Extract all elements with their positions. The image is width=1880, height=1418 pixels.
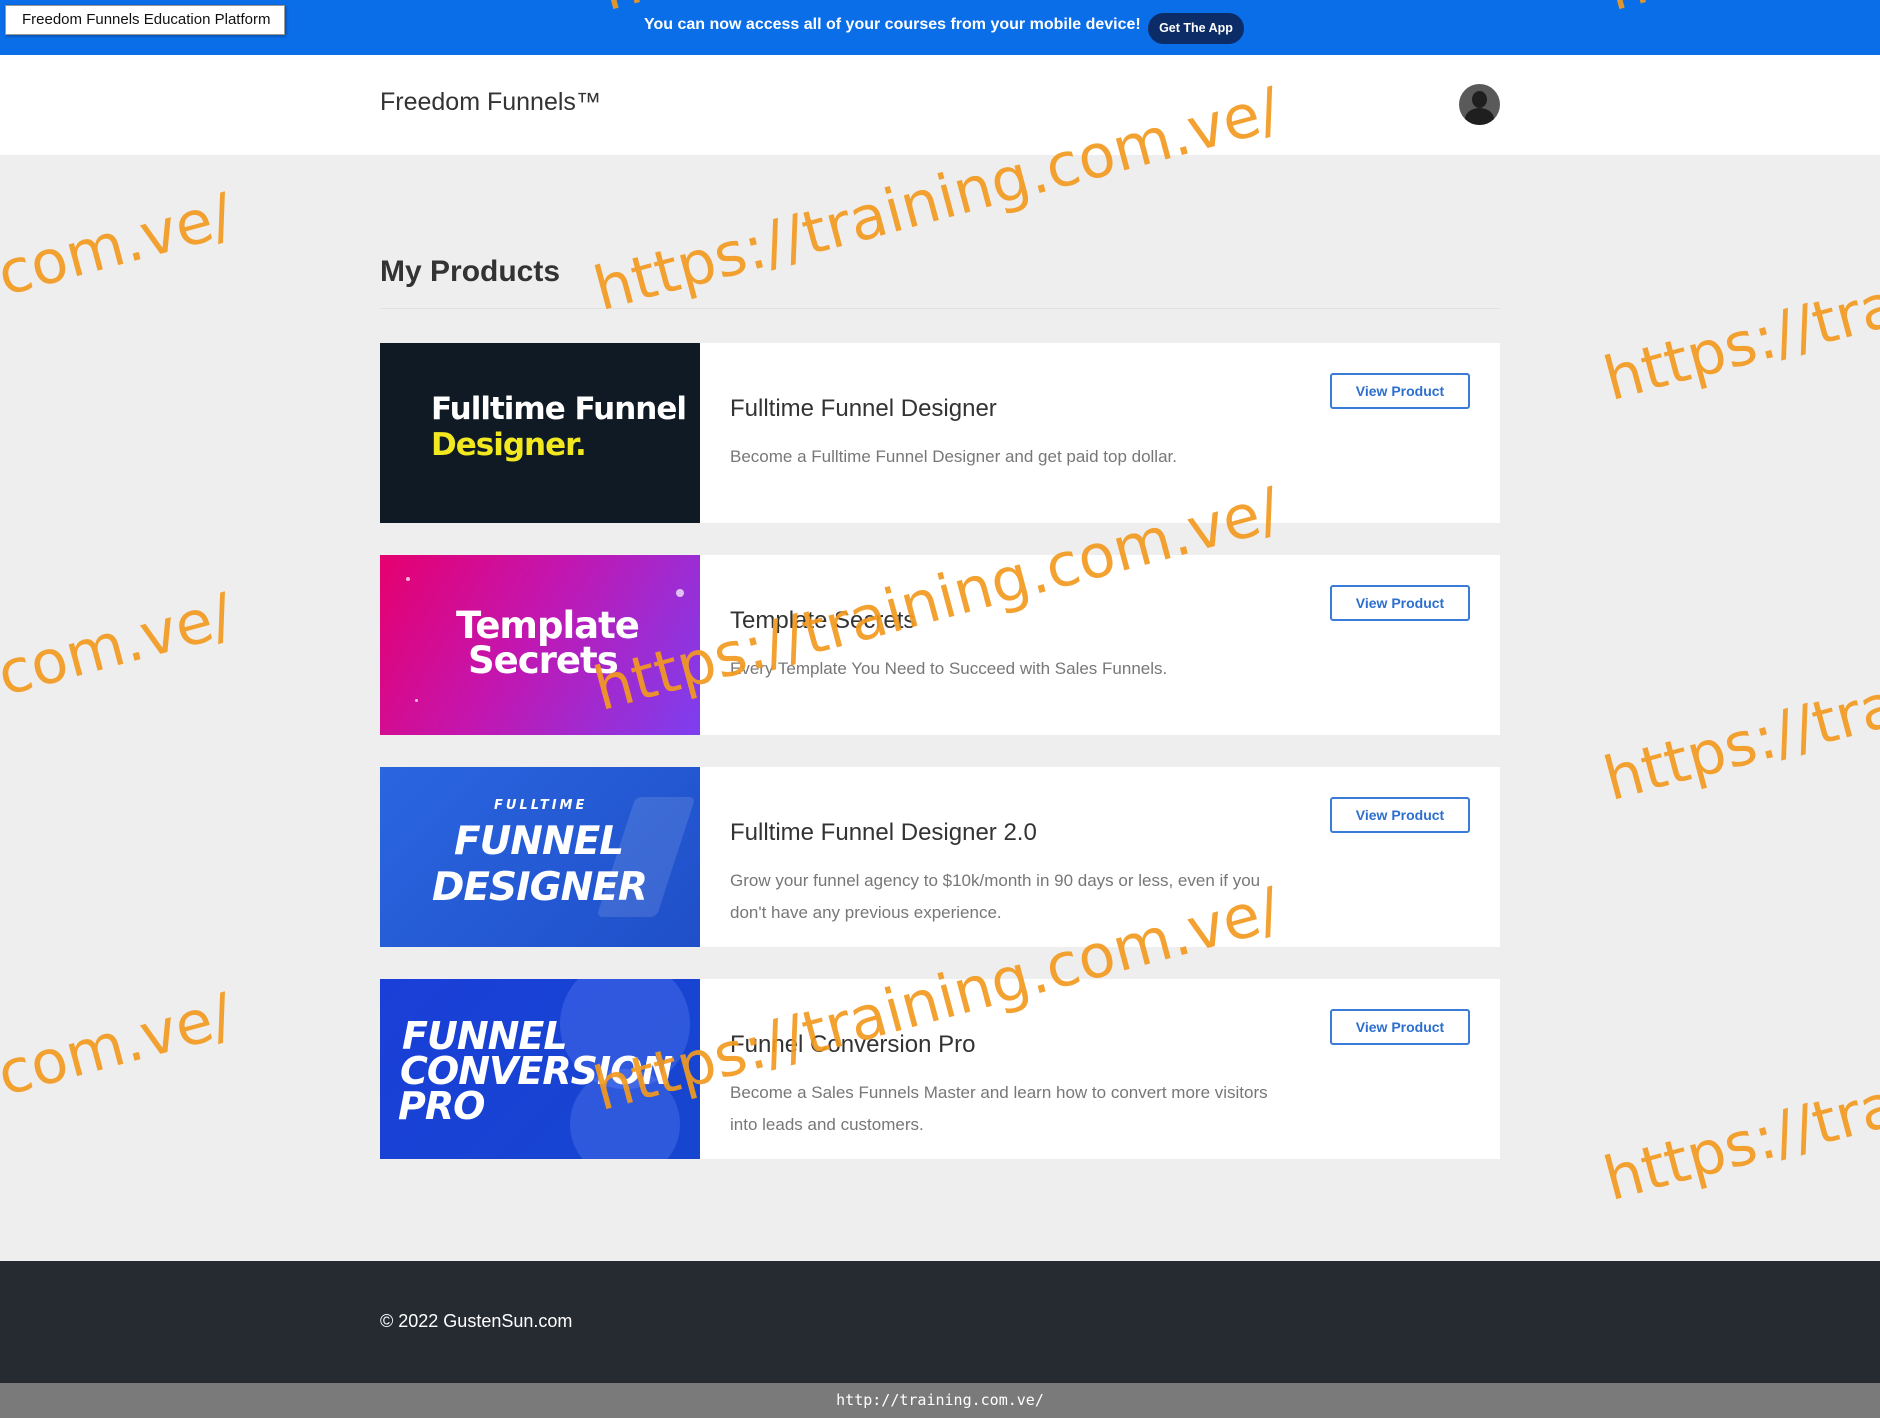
product-card: FUNNEL CONVERSION PRO Funnel Conversion …: [380, 979, 1500, 1159]
user-avatar-icon[interactable]: [1459, 84, 1500, 125]
product-thumbnail[interactable]: Template Secrets: [380, 555, 700, 735]
view-product-button[interactable]: View Product: [1330, 1009, 1470, 1045]
product-description: Become a Fulltime Funnel Designer and ge…: [730, 447, 1177, 466]
banner-message: You can now access all of your courses f…: [644, 16, 1141, 33]
status-url: http://training.com.ve/: [836, 1391, 1044, 1409]
thumbnail-text: FUNNEL: [454, 819, 624, 864]
thumbnail-text: DESIGNER: [432, 865, 648, 910]
product-thumbnail[interactable]: Fulltime Funnel Designer.: [380, 343, 700, 523]
view-product-button[interactable]: View Product: [1330, 585, 1470, 621]
site-footer: © 2022 GustenSun.com: [0, 1261, 1880, 1383]
product-title[interactable]: Funnel Conversion Pro: [730, 1031, 975, 1059]
copyright-text: © 2022 GustenSun.com: [380, 1311, 573, 1331]
product-thumbnail[interactable]: FUNNEL CONVERSION PRO: [380, 979, 700, 1159]
watermark: .com.ve/: [0, 980, 241, 1115]
divider: [380, 308, 1500, 309]
watermark: https://tra: [1596, 669, 1880, 815]
brand-logo-link[interactable]: Freedom Funnels™: [380, 88, 601, 117]
get-the-app-button[interactable]: Get The App: [1148, 13, 1244, 44]
watermark: https://tra: [1596, 269, 1880, 415]
product-description: Every Template You Need to Succeed with …: [730, 659, 1168, 678]
product-title[interactable]: Fulltime Funnel Designer 2.0: [730, 819, 1037, 847]
product-title[interactable]: Fulltime Funnel Designer: [730, 395, 997, 423]
view-product-button[interactable]: View Product: [1330, 373, 1470, 409]
product-card: FULLTIME FUNNEL DESIGNER Fulltime Funnel…: [380, 767, 1500, 947]
thumbnail-text: Secrets: [468, 639, 619, 682]
page-title: My Products: [380, 255, 561, 288]
window-title: Freedom Funnels Education Platform: [5, 5, 285, 35]
announcement-banner: Freedom Funnels Education Platform You c…: [0, 0, 1880, 55]
product-card: Template Secrets Template Secrets Every …: [380, 555, 1500, 735]
thumbnail-text: Fulltime Funnel: [431, 391, 687, 427]
product-thumbnail[interactable]: FULLTIME FUNNEL DESIGNER: [380, 767, 700, 947]
view-product-button[interactable]: View Product: [1330, 797, 1470, 833]
watermark: https://tra: [1596, 1069, 1880, 1215]
watermark: .com.ve/: [0, 180, 241, 315]
watermark: .com.ve/: [0, 580, 241, 715]
product-description: Grow your funnel agency to $10k/month in…: [730, 871, 1261, 922]
product-title[interactable]: Template Secrets: [730, 607, 915, 635]
site-header: Freedom Funnels™: [0, 55, 1880, 155]
thumbnail-text: FULLTIME: [494, 798, 588, 813]
product-description: Become a Sales Funnels Master and learn …: [730, 1083, 1268, 1134]
product-card: Fulltime Funnel Designer. Fulltime Funne…: [380, 343, 1500, 523]
thumbnail-text: PRO: [398, 1084, 485, 1128]
thumbnail-text: Designer.: [431, 427, 587, 463]
status-bar: http://training.com.ve/: [0, 1383, 1880, 1418]
